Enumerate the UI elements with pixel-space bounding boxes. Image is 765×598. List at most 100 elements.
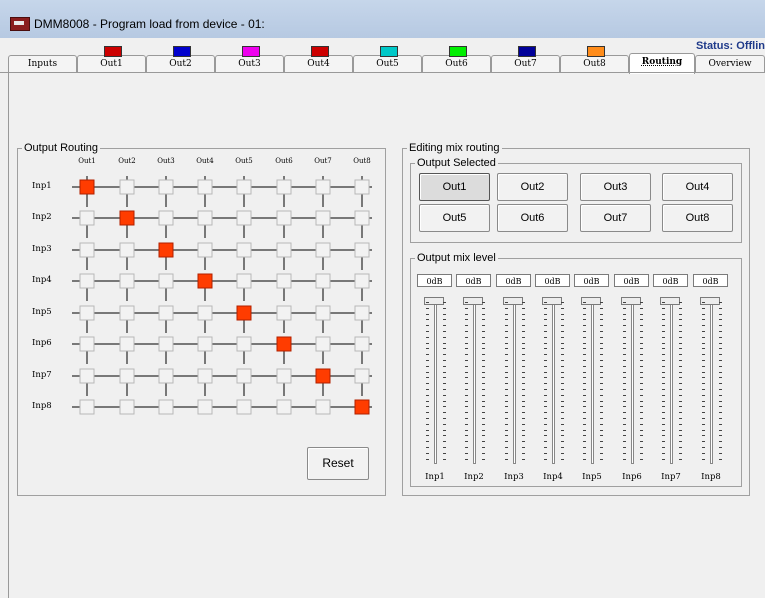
route-cell-inp2-out2[interactable] [119, 210, 135, 226]
route-cell-inp5-out8[interactable] [354, 305, 370, 321]
mix-slider-track-5[interactable] [591, 300, 594, 464]
route-cell-inp5-out7[interactable] [315, 305, 331, 321]
mix-slider-thumb-6[interactable] [621, 297, 641, 305]
route-cell-inp5-out1[interactable] [79, 305, 95, 321]
route-cell-inp1-out7[interactable] [315, 179, 331, 195]
slider-tick [583, 418, 586, 419]
route-cell-inp8-out2[interactable] [119, 399, 135, 415]
route-cell-inp4-out7[interactable] [315, 273, 331, 289]
route-cell-inp8-out3[interactable] [158, 399, 174, 415]
out5-select-button[interactable]: Out5 [419, 204, 490, 232]
route-cell-inp6-out5[interactable] [236, 336, 252, 352]
route-cell-inp4-out1[interactable] [79, 273, 95, 289]
mix-level-value-2[interactable]: 0dB [456, 274, 491, 287]
mix-slider-track-7[interactable] [670, 300, 673, 464]
route-cell-inp1-out2[interactable] [119, 179, 135, 195]
route-cell-inp1-out6[interactable] [276, 179, 292, 195]
route-cell-inp7-out1[interactable] [79, 368, 95, 384]
route-cell-inp6-out3[interactable] [158, 336, 174, 352]
route-cell-inp3-out1[interactable] [79, 242, 95, 258]
route-cell-inp8-out5[interactable] [236, 399, 252, 415]
out7-select-button[interactable]: Out7 [580, 204, 651, 232]
mix-slider-thumb-5[interactable] [581, 297, 601, 305]
route-cell-inp3-out7[interactable] [315, 242, 331, 258]
route-cell-inp5-out5[interactable] [236, 305, 252, 321]
slider-tick [482, 429, 485, 431]
out6-select-button[interactable]: Out6 [497, 204, 568, 232]
out3-select-button[interactable]: Out3 [580, 173, 651, 201]
route-cell-inp4-out2[interactable] [119, 273, 135, 289]
out8-select-button[interactable]: Out8 [662, 204, 733, 232]
route-cell-inp3-out4[interactable] [197, 242, 213, 258]
route-cell-inp8-out4[interactable] [197, 399, 213, 415]
route-cell-inp5-out3[interactable] [158, 305, 174, 321]
mix-slider-track-4[interactable] [552, 300, 555, 464]
route-cell-inp2-out7[interactable] [315, 210, 331, 226]
route-cell-inp5-out6[interactable] [276, 305, 292, 321]
route-cell-inp7-out4[interactable] [197, 368, 213, 384]
mix-slider-track-1[interactable] [434, 300, 437, 464]
route-cell-inp1-out5[interactable] [236, 179, 252, 195]
route-cell-inp1-out3[interactable] [158, 179, 174, 195]
mix-level-value-3[interactable]: 0dB [496, 274, 531, 287]
route-cell-inp7-out5[interactable] [236, 368, 252, 384]
mix-slider-track-3[interactable] [513, 300, 516, 464]
route-cell-inp4-out3[interactable] [158, 273, 174, 289]
route-cell-inp3-out8[interactable] [354, 242, 370, 258]
route-cell-inp1-out4[interactable] [197, 179, 213, 195]
mix-slider-track-6[interactable] [631, 300, 634, 464]
route-cell-inp3-out3[interactable] [158, 242, 174, 258]
route-cell-inp2-out8[interactable] [354, 210, 370, 226]
route-cell-inp1-out1[interactable] [79, 179, 95, 195]
route-cell-inp4-out8[interactable] [354, 273, 370, 289]
route-cell-inp4-out4[interactable] [197, 273, 213, 289]
route-cell-inp3-out6[interactable] [276, 242, 292, 258]
route-cell-inp2-out3[interactable] [158, 210, 174, 226]
mix-slider-track-2[interactable] [473, 300, 476, 464]
route-cell-inp6-out8[interactable] [354, 336, 370, 352]
mix-level-value-1[interactable]: 0dB [417, 274, 452, 287]
out4-select-button[interactable]: Out4 [662, 173, 733, 201]
mix-slider-thumb-7[interactable] [660, 297, 680, 305]
mix-slider-track-8[interactable] [710, 300, 713, 464]
mix-slider-thumb-8[interactable] [700, 297, 720, 305]
route-cell-inp5-out4[interactable] [197, 305, 213, 321]
route-cell-inp7-out7[interactable] [315, 368, 331, 384]
mix-slider-thumb-1[interactable] [424, 297, 444, 305]
route-cell-inp8-out1[interactable] [79, 399, 95, 415]
mix-level-value-6[interactable]: 0dB [614, 274, 649, 287]
route-cell-inp6-out6[interactable] [276, 336, 292, 352]
route-cell-inp8-out7[interactable] [315, 399, 331, 415]
mix-slider-thumb-3[interactable] [503, 297, 523, 305]
route-cell-inp2-out5[interactable] [236, 210, 252, 226]
route-cell-inp6-out4[interactable] [197, 336, 213, 352]
route-cell-inp2-out6[interactable] [276, 210, 292, 226]
out2-select-button[interactable]: Out2 [497, 173, 568, 201]
route-cell-inp5-out2[interactable] [119, 305, 135, 321]
route-cell-inp7-out3[interactable] [158, 368, 174, 384]
route-cell-inp4-out5[interactable] [236, 273, 252, 289]
route-cell-inp4-out6[interactable] [276, 273, 292, 289]
route-cell-inp6-out2[interactable] [119, 336, 135, 352]
mix-level-value-4[interactable]: 0dB [535, 274, 570, 287]
mix-level-value-8[interactable]: 0dB [693, 274, 728, 287]
route-cell-inp8-out6[interactable] [276, 399, 292, 415]
route-cell-inp2-out1[interactable] [79, 210, 95, 226]
route-cell-inp7-out2[interactable] [119, 368, 135, 384]
mix-slider-thumb-2[interactable] [463, 297, 483, 305]
route-cell-inp8-out8[interactable] [354, 399, 370, 415]
mix-level-value-5[interactable]: 0dB [574, 274, 609, 287]
reset-button[interactable]: Reset [307, 447, 369, 480]
route-cell-inp7-out6[interactable] [276, 368, 292, 384]
route-cell-inp3-out5[interactable] [236, 242, 252, 258]
route-cell-inp6-out7[interactable] [315, 336, 331, 352]
out1-select-button[interactable]: Out1 [419, 173, 490, 201]
route-cell-inp1-out8[interactable] [354, 179, 370, 195]
route-cell-inp3-out2[interactable] [119, 242, 135, 258]
mix-level-value-7[interactable]: 0dB [653, 274, 688, 287]
route-cell-inp7-out8[interactable] [354, 368, 370, 384]
mix-slider-thumb-4[interactable] [542, 297, 562, 305]
route-cell-inp6-out1[interactable] [79, 336, 95, 352]
slider-tick [623, 441, 626, 443]
route-cell-inp2-out4[interactable] [197, 210, 213, 226]
